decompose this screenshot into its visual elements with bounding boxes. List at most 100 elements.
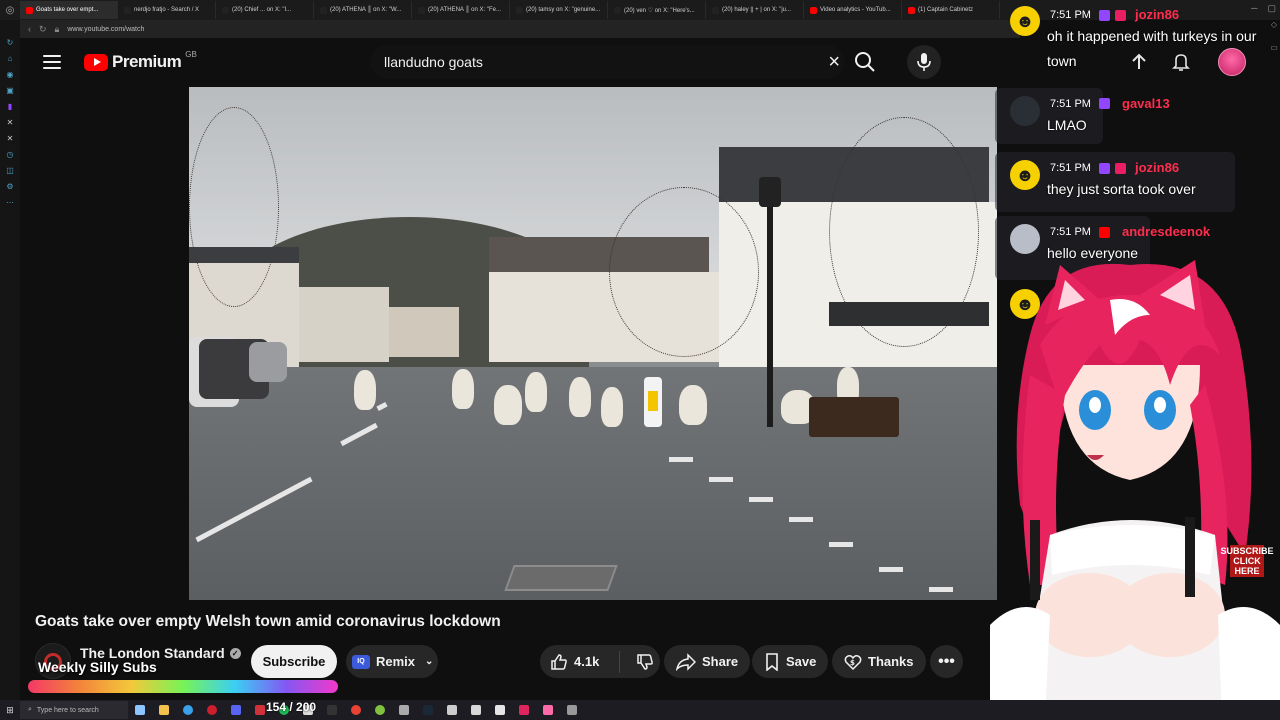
- tab-favicon-icon: [614, 6, 621, 14]
- tab-favicon-icon: [222, 6, 229, 14]
- svg-text:$: $: [850, 659, 855, 667]
- subscribe-button[interactable]: Subscribe: [251, 645, 337, 678]
- youtube-badge-icon: [1099, 227, 1110, 238]
- browser-tab[interactable]: Video analytics - YouTub...: [804, 1, 902, 19]
- share-button[interactable]: Share: [664, 645, 751, 678]
- verified-check-icon: ✓: [229, 647, 241, 659]
- app-icon-g[interactable]: [512, 700, 536, 720]
- back-icon[interactable]: ‹: [28, 24, 31, 34]
- opera-icon[interactable]: [200, 700, 224, 720]
- search-icon: [855, 52, 875, 72]
- app-icon-h[interactable]: [536, 700, 560, 720]
- browser-tab[interactable]: (20) ven ♡ on X: "Here's...: [608, 1, 706, 19]
- remix-button[interactable]: IQ Remix ⌄: [346, 645, 438, 678]
- sidebar-messenger-icon[interactable]: ◉: [0, 66, 20, 82]
- task-view-icon[interactable]: [128, 700, 152, 720]
- address-bar[interactable]: ‹ ↻ 🔒︎ www.youtube.com/watch: [20, 20, 1020, 38]
- chat-time: 7:51 PM: [1050, 162, 1091, 174]
- app-icon-d[interactable]: [392, 700, 416, 720]
- browser-tab[interactable]: (20) tamsy on X: "genuine...: [510, 1, 608, 19]
- chat-username: jozin86: [1135, 160, 1180, 175]
- chat-message: ☻ 7:51 PM jozin86 oh it happened with tu…: [995, 0, 1280, 80]
- sidebar-chat-icon[interactable]: ▣: [0, 82, 20, 98]
- extension-icon[interactable]: ◇: [1271, 20, 1277, 29]
- taskbar-search-input[interactable]: ⌕ Type here to search: [20, 701, 128, 719]
- chrome-icon[interactable]: [344, 700, 368, 720]
- tab-label: nerdjo fratjo - Search / X: [134, 7, 200, 13]
- thanks-button[interactable]: $ Thanks: [832, 645, 926, 678]
- app-icon-b[interactable]: [320, 700, 344, 720]
- like-dislike-group: 4.1k: [540, 645, 660, 678]
- browser-tab[interactable]: Goats take over empt...: [20, 1, 118, 19]
- hamburger-menu-icon[interactable]: [42, 52, 62, 72]
- brand-text: Premium: [112, 52, 182, 71]
- discord-icon[interactable]: [224, 700, 248, 720]
- tab-label: (1) Captain Cabinetz: [918, 7, 974, 13]
- browser-tab[interactable]: (20) Chief ... on X: "I...: [216, 1, 314, 19]
- subscribe-click-here-badge[interactable]: SUBSCRIBE CLICK HERE: [1221, 545, 1274, 577]
- chat-time: 7:51 PM: [1050, 226, 1091, 238]
- sidebar-x-icon[interactable]: ✕: [0, 114, 20, 130]
- url-text[interactable]: www.youtube.com/watch: [67, 26, 144, 33]
- sidebar-clock-icon[interactable]: ◷: [0, 146, 20, 162]
- browser-tab[interactable]: (20) haley || + | on X: "ju...: [706, 1, 804, 19]
- video-title: Goats take over empty Welsh town amid co…: [35, 613, 501, 630]
- dislike-button[interactable]: [626, 653, 654, 671]
- tab-label: (20) Chief ... on X: "I...: [232, 7, 292, 13]
- tab-favicon-icon: [418, 6, 425, 14]
- twitch-badge-icon: [1099, 98, 1110, 109]
- video-player[interactable]: [189, 87, 997, 600]
- windows-start-icon[interactable]: ⊞: [0, 700, 20, 720]
- app-icon-e[interactable]: [440, 700, 464, 720]
- file-explorer-icon[interactable]: [152, 700, 176, 720]
- steam-icon[interactable]: [416, 700, 440, 720]
- browser-tab[interactable]: nerdjo fratjo - Search / X: [118, 1, 216, 19]
- chat-text: they just sorta took over: [1047, 181, 1196, 197]
- vtuber-avatar: [990, 260, 1280, 720]
- clear-search-icon[interactable]: ×: [828, 52, 840, 72]
- bookmark-icon: [766, 652, 778, 671]
- tab-favicon-icon: [124, 6, 131, 14]
- browser-tab[interactable]: (20) ATHENA ║ on X: "W...: [314, 1, 412, 19]
- search-button[interactable]: [850, 47, 880, 77]
- edge-icon[interactable]: [176, 700, 200, 720]
- search-icon: ⌕: [28, 706, 32, 713]
- chat-message: ☻ 7:51 PM jozin86 they just sorta took o…: [995, 152, 1280, 212]
- browser-tab[interactable]: (20) ATHENA ║ on X: "Fe...: [412, 1, 510, 19]
- browser-tab[interactable]: (1) Captain Cabinetz: [902, 1, 1000, 19]
- sidebar-twitch-icon[interactable]: ▮: [0, 98, 20, 114]
- thanks-heart-icon: $: [844, 654, 862, 670]
- chat-text: oh it happened with turkeys in our town: [1047, 28, 1257, 69]
- chat-time: 7:51 PM: [1050, 98, 1091, 110]
- tab-favicon-icon: [908, 6, 915, 14]
- sidebar-x2-icon[interactable]: ✕: [0, 130, 20, 146]
- sidebar-box-icon[interactable]: ◫: [0, 162, 20, 178]
- more-actions-button[interactable]: •••: [930, 645, 963, 678]
- twitch-badge-icon: [1099, 10, 1110, 21]
- youtube-premium-logo[interactable]: Premium GB: [84, 50, 197, 72]
- sidebar-settings-icon[interactable]: ⚙: [0, 178, 20, 194]
- tab-favicon-icon: [320, 6, 327, 14]
- tab-label: Video analytics - YouTub...: [820, 7, 891, 13]
- save-label: Save: [786, 654, 817, 669]
- browser-logo-icon[interactable]: ◎: [0, 0, 20, 20]
- reload-icon[interactable]: ↻: [39, 24, 47, 35]
- search-query[interactable]: llandudno goats: [384, 54, 483, 70]
- save-button[interactable]: Save: [752, 645, 829, 678]
- like-button[interactable]: 4.1k: [540, 650, 620, 673]
- app-icon-c[interactable]: [368, 700, 392, 720]
- sidebar-toggle-icon[interactable]: ▭: [1270, 43, 1278, 52]
- remix-iq-icon: IQ: [352, 654, 370, 669]
- voice-search-button[interactable]: [907, 45, 941, 79]
- sub-badge-icon: [1115, 10, 1126, 21]
- chat-time: 7:51 PM: [1050, 9, 1091, 21]
- app-icon-i[interactable]: [560, 700, 584, 720]
- sidebar-more-icon[interactable]: ⋯: [0, 194, 20, 210]
- search-input[interactable]: llandudno goats ×: [370, 45, 844, 79]
- sidebar-reload-icon[interactable]: ↻: [0, 34, 20, 50]
- app-icon-f[interactable]: [464, 700, 488, 720]
- chat-user-avatar: [1010, 96, 1040, 126]
- tab-label: (20) haley || + | on X: "ju...: [722, 7, 792, 13]
- sidebar-bag-icon[interactable]: ⌂: [0, 50, 20, 66]
- notepad-icon[interactable]: [488, 700, 512, 720]
